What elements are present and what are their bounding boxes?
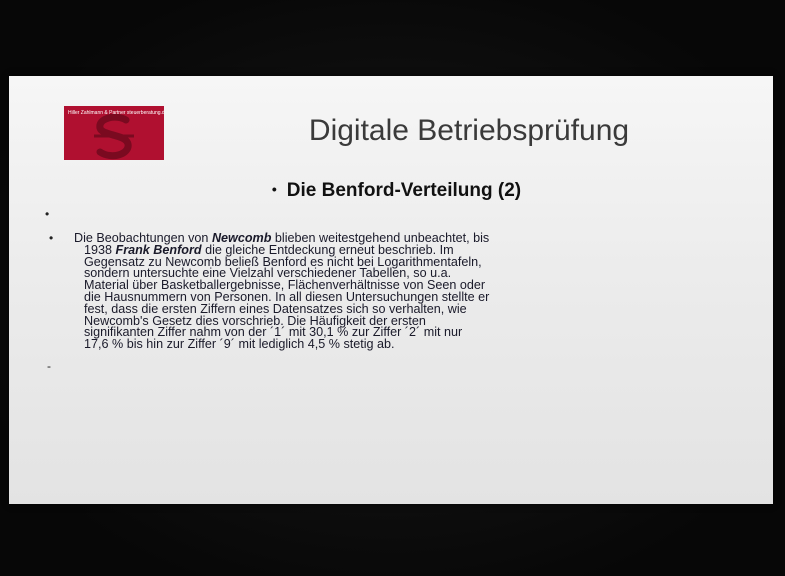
body-paragraph: Die Beobachtungen von Newcomb blieben we… — [74, 232, 744, 352]
trailing-dash: - — [47, 359, 51, 373]
body-bullet: • — [49, 231, 54, 245]
logo-emblem-icon — [94, 114, 134, 160]
subtitle-text: Die Benford-Verteilung (2) — [286, 180, 522, 201]
empty-bullet: • — [45, 207, 50, 221]
company-logo: Hiller Zahlmann & Partner steuerberatung… — [64, 106, 164, 160]
logo-text: Hiller Zahlmann & Partner steuerberatung… — [68, 110, 164, 116]
slide-subtitle: • Die Benford-Verteilung (2) — [209, 180, 584, 202]
body-line: 17,6 % bis hin zur Ziffer ´9´ mit ledigl… — [84, 337, 395, 352]
slide-title: Digitale Betriebsprüfung — [308, 114, 630, 147]
subtitle-bullet: • — [271, 181, 277, 197]
projection-screen: Hiller Zahlmann & Partner steuerberatung… — [0, 0, 785, 576]
slide: Hiller Zahlmann & Partner steuerberatung… — [9, 76, 773, 504]
